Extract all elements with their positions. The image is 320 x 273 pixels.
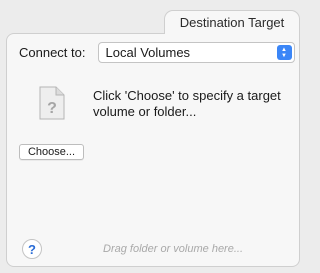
help-button[interactable]: ? — [22, 239, 42, 259]
tab-label: Destination Target — [179, 15, 285, 30]
connect-label: Connect to: — [19, 45, 86, 60]
drag-hint: Drag folder or volume here... — [103, 243, 244, 255]
svg-text:?: ? — [47, 100, 57, 117]
chevron-updown-icon[interactable]: ▲ ▼ — [276, 45, 292, 60]
tab-destination-target: Destination Target — [164, 10, 300, 34]
destination-panel: Connect to: Local Volumes ▲ ▼ ? Click 'Ch… — [6, 33, 300, 267]
connect-row: Connect to: Local Volumes ▲ ▼ — [19, 42, 295, 63]
instruction-message: Click 'Choose' to specify a target volum… — [93, 88, 281, 119]
document-question-icon: ? — [39, 86, 65, 120]
connect-popup[interactable]: Local Volumes ▲ ▼ — [97, 42, 295, 63]
connect-popup-value: Local Volumes — [105, 45, 191, 60]
choose-button[interactable]: Choose... — [19, 144, 84, 160]
